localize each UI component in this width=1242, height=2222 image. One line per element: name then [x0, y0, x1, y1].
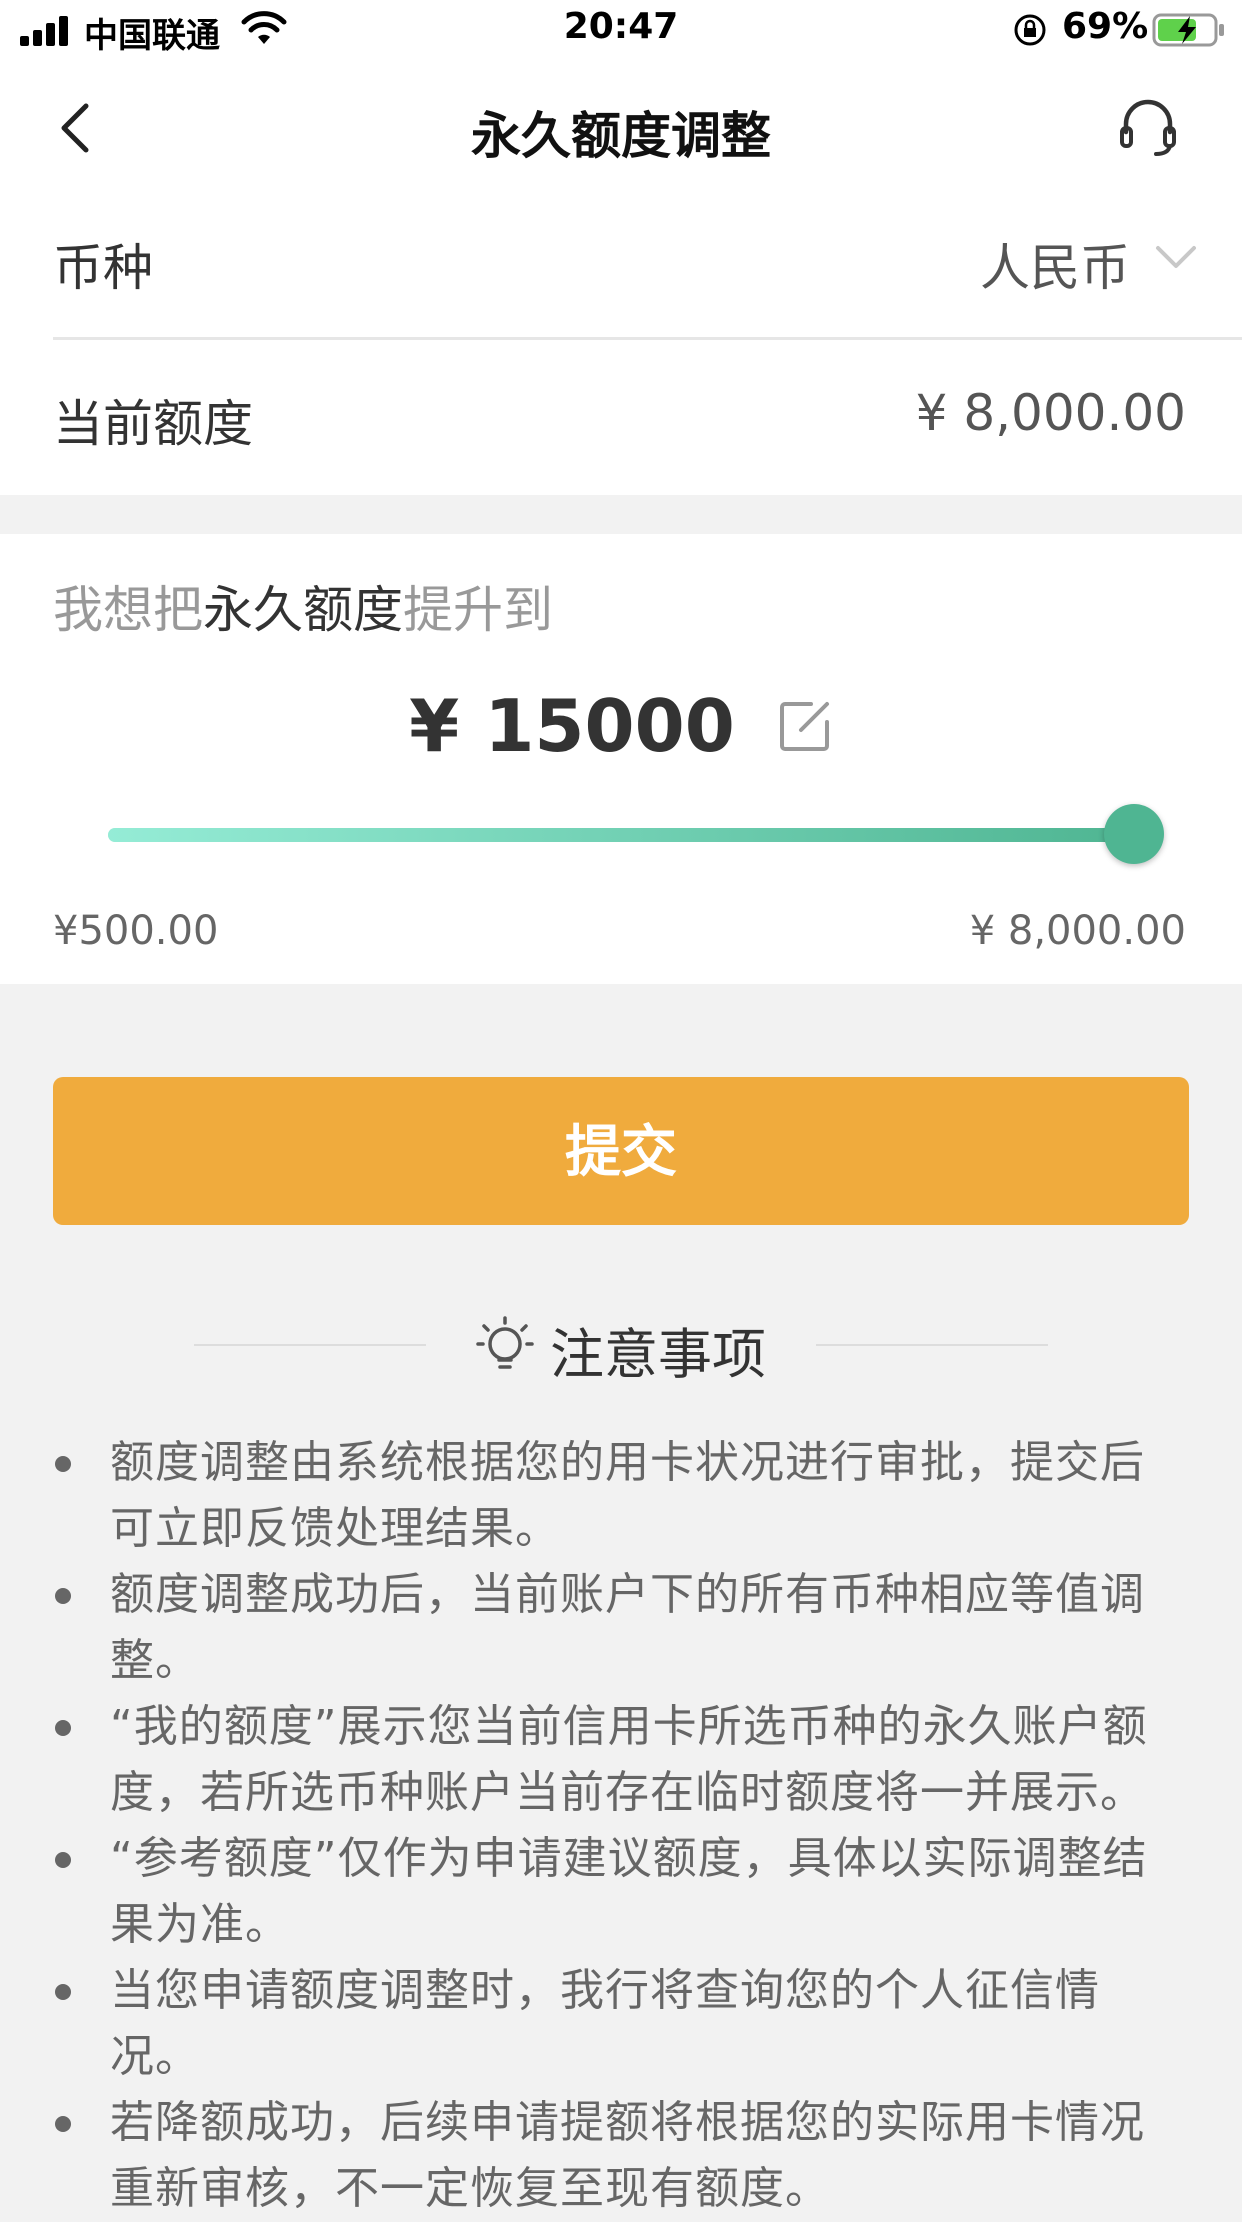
currency-label: 币种 [53, 239, 153, 297]
note-text: 额度调整由系统根据您的用卡状况进行审批，提交后可立即反馈处理结果。 [110, 1437, 1145, 1554]
adjust-section: 我想把永久额度提升到 ¥ 15000 ¥500.00 ¥ 8,000.00 [0, 534, 1242, 984]
bullet [55, 1720, 71, 1736]
edit-icon[interactable] [777, 698, 833, 754]
status-bar: 中国联通 20:47 69% [0, 0, 1242, 62]
bullet [55, 1456, 71, 1472]
slider-min-label: ¥500.00 [53, 908, 219, 954]
prompt-suffix: 提升到 [403, 581, 553, 639]
current-limit-value: ¥ 8,000.00 [915, 384, 1186, 442]
bullet [55, 1852, 71, 1868]
limit-slider[interactable] [108, 804, 1164, 864]
current-limit-label: 当前额度 [53, 395, 253, 453]
bullet [55, 2116, 71, 2132]
list-item: 若降额成功，后续申请提额将根据您的实际用卡情况重新审核，不一定恢复至现有额度。 [0, 2090, 1242, 2222]
submit-button[interactable]: 提交 [53, 1077, 1189, 1225]
list-item: 额度调整成功后，当前账户下的所有币种相应等值调整。 [0, 1562, 1242, 1694]
currency-row[interactable]: 币种 人民币 [0, 192, 1242, 342]
divider [816, 1344, 1048, 1346]
note-text: 额度调整成功后，当前账户下的所有币种相应等值调整。 [110, 1569, 1145, 1686]
nav-bar: 永久额度调整 [0, 62, 1242, 192]
notes-list: 额度调整由系统根据您的用卡状况进行审批，提交后可立即反馈处理结果。 额度调整成功… [0, 1430, 1242, 2222]
prompt-highlight: 永久额度 [203, 581, 403, 639]
note-text: “参考额度”仅作为申请建议额度，具体以实际调整结果为准。 [110, 1833, 1148, 1950]
notes-header: 注意事项 [0, 1306, 1242, 1386]
divider [194, 1344, 426, 1346]
list-item: 额度调整由系统根据您的用卡状况进行审批，提交后可立即反馈处理结果。 [0, 1430, 1242, 1562]
currency-value: 人民币 [980, 239, 1130, 297]
note-text: 当您申请额度调整时，我行将查询您的个人征信情况。 [110, 1965, 1100, 2082]
divider [53, 337, 1242, 340]
target-amount: ¥ 15000 [409, 684, 735, 768]
page-title: 永久额度调整 [471, 107, 771, 165]
bullet [55, 1984, 71, 2000]
adjust-prompt: 我想把永久额度提升到 [53, 570, 553, 642]
battery-percent: 69% [1062, 6, 1149, 47]
slider-thumb[interactable] [1104, 804, 1164, 864]
note-text: “我的额度”展示您当前信用卡所选币种的永久账户额度，若所选币种账户当前存在临时额… [110, 1701, 1148, 1818]
list-item: 当您申请额度调整时，我行将查询您的个人征信情况。 [0, 1958, 1242, 2090]
list-item: “我的额度”展示您当前信用卡所选币种的永久账户额度，若所选币种账户当前存在临时额… [0, 1694, 1242, 1826]
bullet [55, 1588, 71, 1604]
notes-title: 注意事项 [550, 1323, 766, 1386]
slider-max-label: ¥ 8,000.00 [969, 908, 1186, 954]
note-text: 若降额成功，后续申请提额将根据您的实际用卡情况重新审核，不一定恢复至现有额度。 [110, 2097, 1145, 2214]
slider-fill [108, 828, 1134, 842]
headset-icon[interactable] [1116, 94, 1180, 158]
rotation-lock-icon [1014, 14, 1046, 46]
battery-icon [1152, 13, 1224, 47]
chevron-down-icon [1156, 246, 1196, 268]
prompt-prefix: 我想把 [53, 581, 203, 639]
limit-info-section: 币种 人民币 当前额度 ¥ 8,000.00 [0, 192, 1242, 495]
list-item: “参考额度”仅作为申请建议额度，具体以实际调整结果为准。 [0, 1826, 1242, 1958]
current-limit-row: 当前额度 ¥ 8,000.00 [0, 342, 1242, 492]
clock: 20:47 [563, 6, 679, 47]
amount-display: ¥ 15000 [0, 684, 1242, 768]
lightbulb-icon [476, 1316, 534, 1369]
